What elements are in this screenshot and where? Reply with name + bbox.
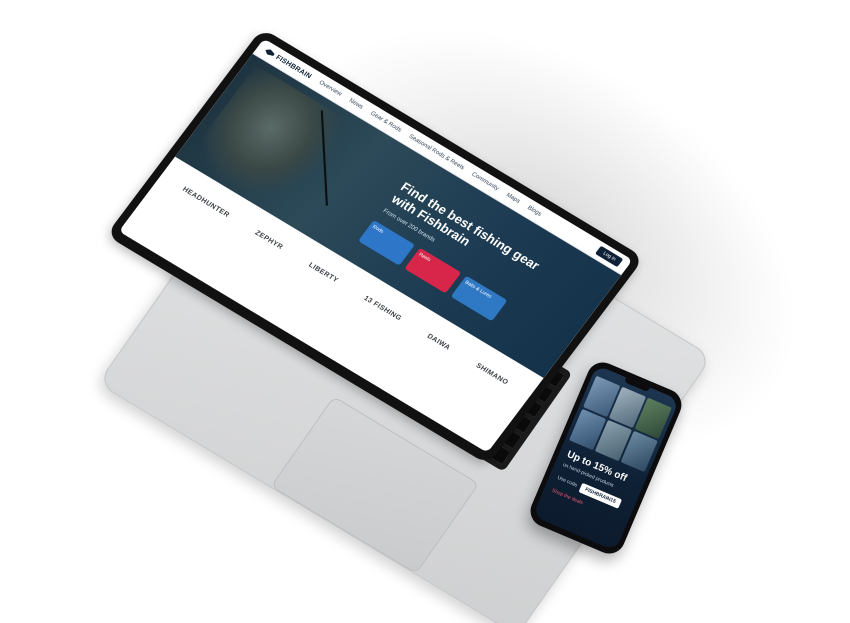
brand-logo[interactable]: HEADHUNTER bbox=[181, 186, 231, 219]
fish-logo-icon bbox=[264, 47, 276, 57]
brand-logo[interactable]: 13 FISHING bbox=[363, 295, 403, 322]
promo-code-button[interactable]: FISHBRAIN15 bbox=[578, 482, 622, 509]
brand-logo[interactable]: ZEPHYR bbox=[254, 229, 285, 250]
brand-logo[interactable]: SHIMANO bbox=[475, 362, 510, 386]
cta-reels[interactable]: Reels bbox=[404, 247, 462, 294]
promo-code-label: Use code bbox=[556, 474, 579, 489]
cta-baits-lures[interactable]: Baits & Lures bbox=[450, 275, 508, 322]
nav-item-blogs[interactable]: Blogs bbox=[526, 205, 543, 218]
nav-item-maps[interactable]: Maps bbox=[505, 192, 521, 204]
nav-item-news[interactable]: News bbox=[348, 98, 365, 111]
brand-logo[interactable]: DAIWA bbox=[426, 333, 452, 352]
device-mockup-scene: FISHBRAIN Overview News Gear & Rods Seas… bbox=[0, 0, 850, 623]
brand-logo[interactable]: LIBERTY bbox=[307, 261, 339, 283]
